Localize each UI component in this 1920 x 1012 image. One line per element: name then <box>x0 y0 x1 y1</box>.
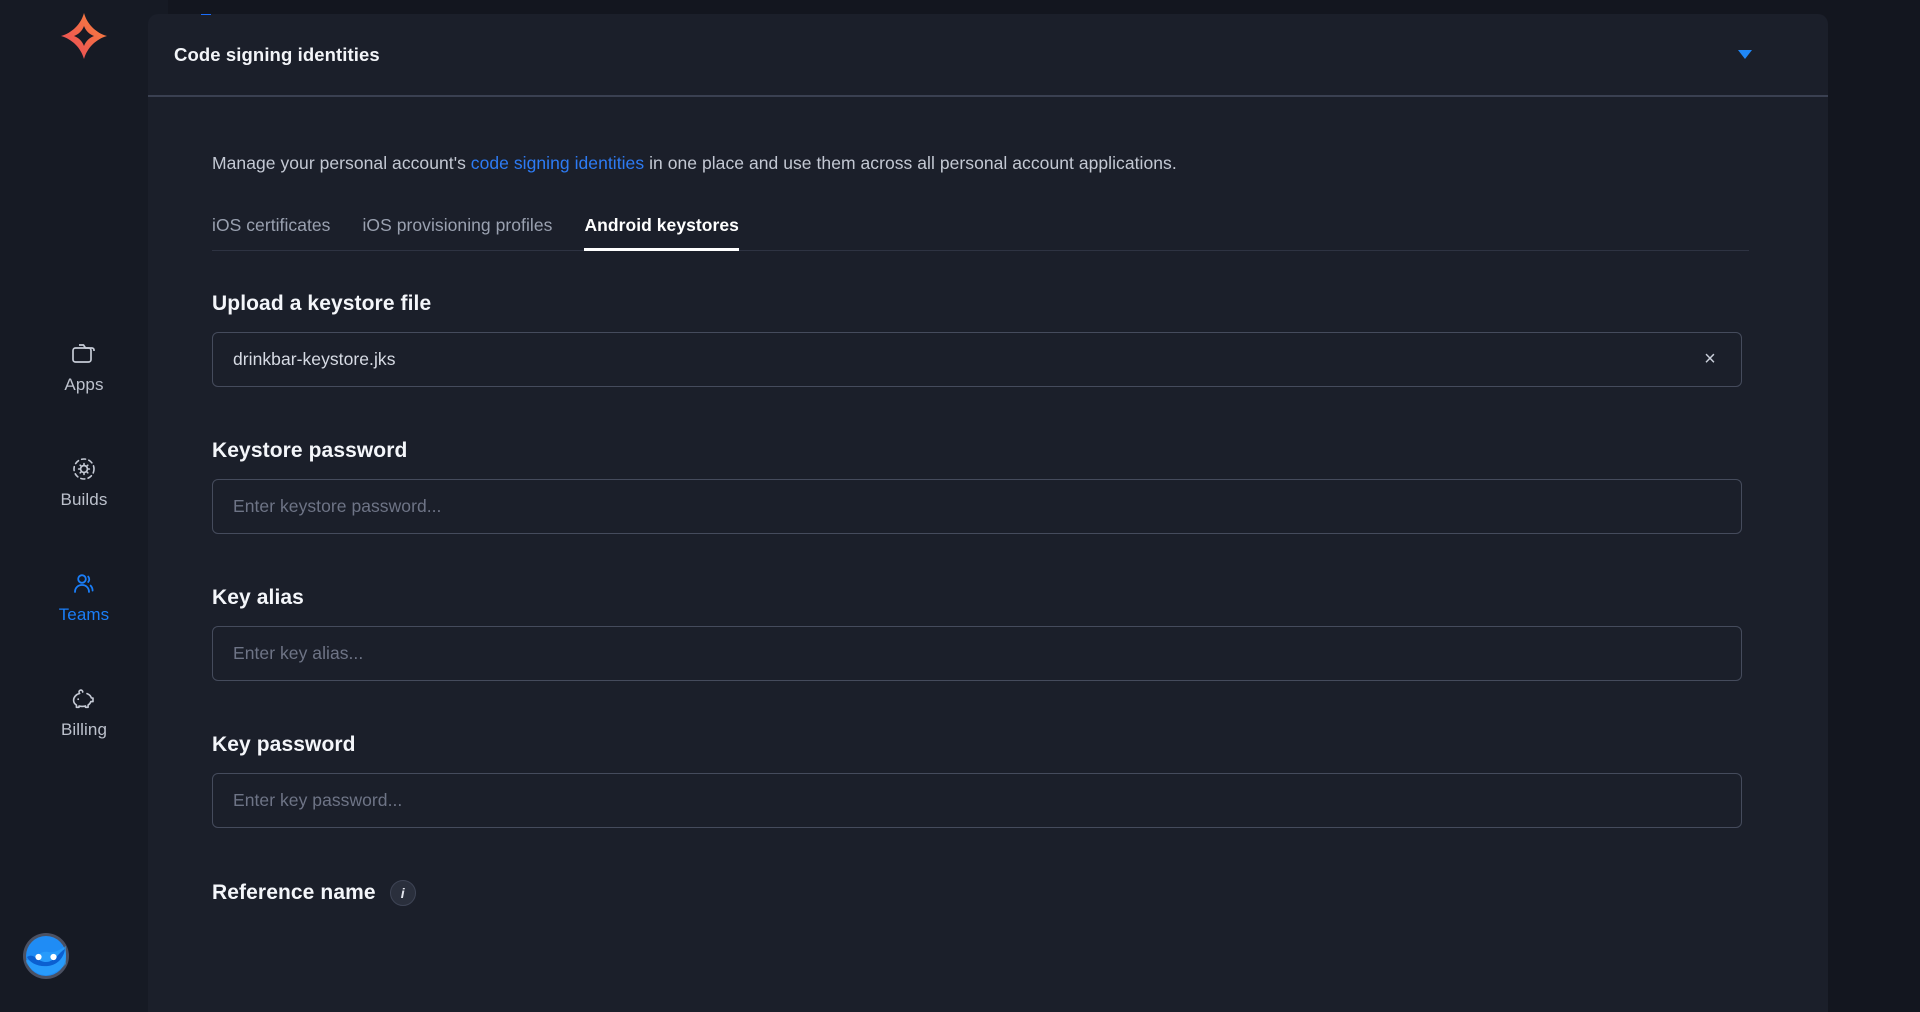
key-password-placeholder: Enter key password... <box>233 789 403 810</box>
app-root: Apps Builds Teams Billing Code signing i… <box>0 0 1920 1012</box>
keystore-file-input[interactable]: drinkbar-keystore.jks × <box>212 331 1742 387</box>
panel-header: Code signing identities <box>148 14 1828 97</box>
key-alias-label: Key alias <box>212 585 304 609</box>
sidebar-item-teams[interactable]: Teams <box>0 570 168 623</box>
piggy-bank-icon <box>70 685 98 713</box>
tab-ios-provisioning-profiles[interactable]: iOS provisioning profiles <box>362 215 552 250</box>
sidebar-item-apps[interactable]: Apps <box>0 340 168 393</box>
key-alias-input[interactable]: Enter key alias... <box>212 625 1742 681</box>
intro-description: Manage your personal account's code sign… <box>212 151 1764 176</box>
tab-bar: iOS certificates iOS provisioning profil… <box>212 215 1749 251</box>
tab-android-keystores[interactable]: Android keystores <box>584 215 739 251</box>
keystore-password-label: Keystore password <box>212 438 408 462</box>
sidebar-item-label: Teams <box>58 605 110 624</box>
sidebar-item-builds[interactable]: Builds <box>0 455 168 508</box>
upload-keystore-field: Upload a keystore file drinkbar-keystore… <box>212 292 1764 387</box>
intro-text-before: Manage your personal account's <box>212 153 471 173</box>
intro-text-after: in one place and use them across all per… <box>644 153 1177 173</box>
code-signing-identities-link[interactable]: code signing identities <box>471 153 644 173</box>
user-avatar[interactable] <box>22 932 70 980</box>
key-password-field: Key password Enter key password... <box>212 733 1764 828</box>
sidebar-nav: Apps Builds Teams Billing <box>0 340 168 738</box>
sidebar-item-label: Billing <box>60 720 108 739</box>
chevron-down-icon[interactable] <box>1736 46 1754 64</box>
sidebar-item-label: Apps <box>64 375 104 394</box>
sidebar-item-label: Builds <box>60 490 108 509</box>
keystore-password-field: Keystore password Enter keystore passwor… <box>212 439 1764 534</box>
keystore-password-input[interactable]: Enter keystore password... <box>212 478 1742 534</box>
panel-body: Manage your personal account's code sign… <box>148 151 1828 906</box>
folder-icon <box>70 340 98 368</box>
keystore-file-value: drinkbar-keystore.jks <box>233 348 396 369</box>
close-icon[interactable]: × <box>1699 348 1721 370</box>
bitrise-star-logo[interactable] <box>56 8 112 64</box>
keystore-password-placeholder: Enter keystore password... <box>233 495 442 516</box>
page-title: Code signing identities <box>174 43 380 65</box>
sidebar: Apps Builds Teams Billing <box>0 0 168 1012</box>
key-password-label: Key password <box>212 732 356 756</box>
tab-ios-certificates[interactable]: iOS certificates <box>212 215 330 250</box>
reference-name-label: Reference name <box>212 880 376 904</box>
people-icon <box>70 570 98 598</box>
upload-keystore-label: Upload a keystore file <box>212 291 432 315</box>
sidebar-item-billing[interactable]: Billing <box>0 685 168 738</box>
build-gear-icon <box>70 455 98 483</box>
code-signing-panel: Code signing identities Manage your pers… <box>148 14 1828 1012</box>
info-icon[interactable]: i <box>389 879 416 906</box>
key-alias-placeholder: Enter key alias... <box>233 642 364 663</box>
key-password-input[interactable]: Enter key password... <box>212 772 1742 828</box>
reference-name-field: Reference name i <box>212 879 1764 906</box>
key-alias-field: Key alias Enter key alias... <box>212 586 1764 681</box>
